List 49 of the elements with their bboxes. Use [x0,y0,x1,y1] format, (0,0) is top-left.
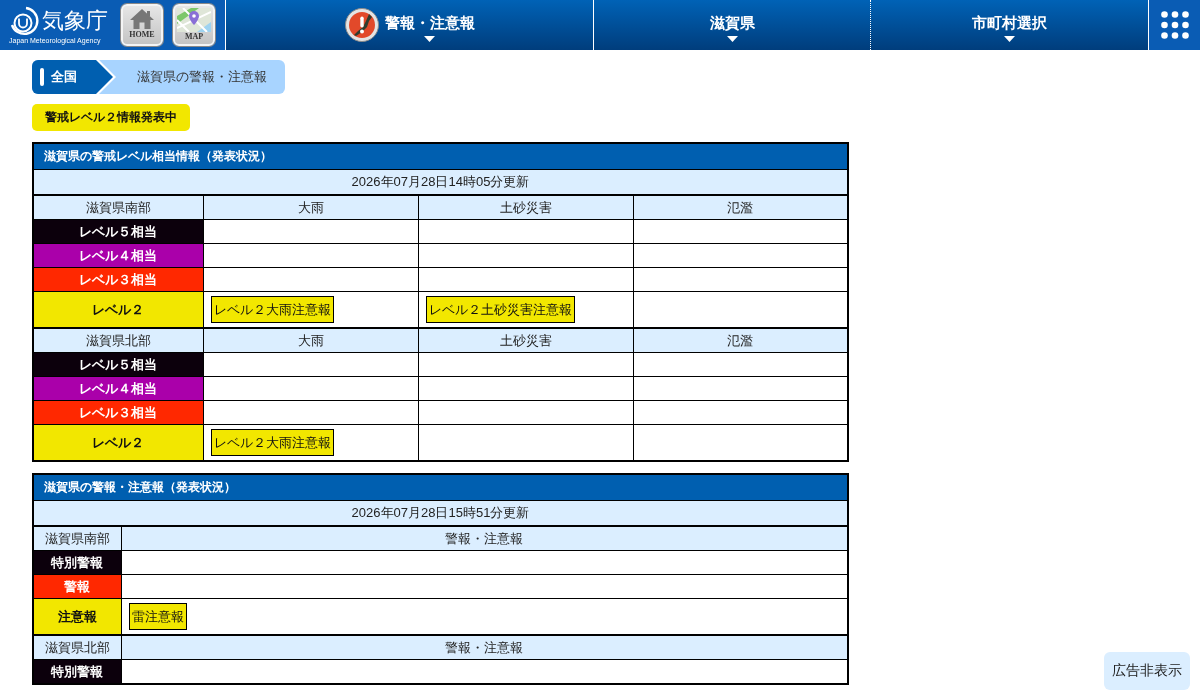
bar-icon [40,68,44,86]
home-button[interactable]: HOME [121,4,163,46]
column-header: 氾濫 [633,195,848,220]
region-header: 滋賀県北部 [33,328,203,353]
table-title: 滋賀県の警戒レベル相当情報（発表状況） [33,143,848,170]
nav-menu-button[interactable]: 警報・注意報 [226,0,594,50]
column-header: 大雨 [203,195,418,220]
caret-icon [424,36,435,42]
column-header: 土砂災害 [418,195,633,220]
nav-menu-button[interactable]: 滋賀県 [594,0,871,50]
column-header: 大雨 [203,328,418,353]
update-time: 2026年07月28日15時51分更新 [33,500,848,526]
status-badge: 警戒レベル２情報発表中 [32,104,190,131]
warning-tag: レベル２大雨注意報 [210,296,334,323]
warning-level-label: 特別警報 [33,550,121,575]
caret-icon [1004,36,1015,42]
column-header: 警報・注意報 [121,526,848,551]
warning-level-label: 特別警報 [33,659,121,684]
logo-title: 気象庁 [42,6,108,35]
hide-ads-button[interactable]: 広告非表示 [1104,652,1190,690]
warning-tag: レベル２土砂災害注意報 [425,296,575,323]
level-label: レベル４相当 [33,376,203,401]
level-label: レベル５相当 [33,352,203,377]
map-button[interactable]: MAP [173,4,215,46]
breadcrumb-current: 滋賀県の警報・注意報 [136,68,268,86]
table-title: 滋賀県の警報・注意報（発表状況） [33,474,848,501]
warning-tag: 雷注意報 [128,603,187,630]
region-header: 滋賀県南部 [33,195,203,220]
breadcrumb-link[interactable]: 全国 [32,60,113,94]
warning-icon [344,8,379,42]
level-label: レベル３相当 [33,267,203,292]
caret-icon [726,36,738,42]
column-header: 土砂災害 [418,328,633,353]
update-time: 2026年07月28日14時05分更新 [33,169,848,195]
column-header: 氾濫 [633,328,848,353]
region-header: 滋賀県南部 [33,526,121,551]
level-label: レベル５相当 [33,219,203,244]
logo-icon [9,5,39,36]
level-label: レベル４相当 [33,243,203,268]
level-label: レベル３相当 [33,400,203,425]
warning-tag: レベル２大雨注意報 [210,429,334,456]
map-pin-icon [177,8,211,32]
level-label: レベル２ [33,424,203,461]
menu-icon [1160,11,1189,39]
menu-button[interactable] [1149,0,1200,50]
column-header: 警報・注意報 [121,635,848,660]
warning-level-label: 警報 [33,574,121,599]
house-icon [129,8,155,30]
region-header: 滋賀県北部 [33,635,121,660]
